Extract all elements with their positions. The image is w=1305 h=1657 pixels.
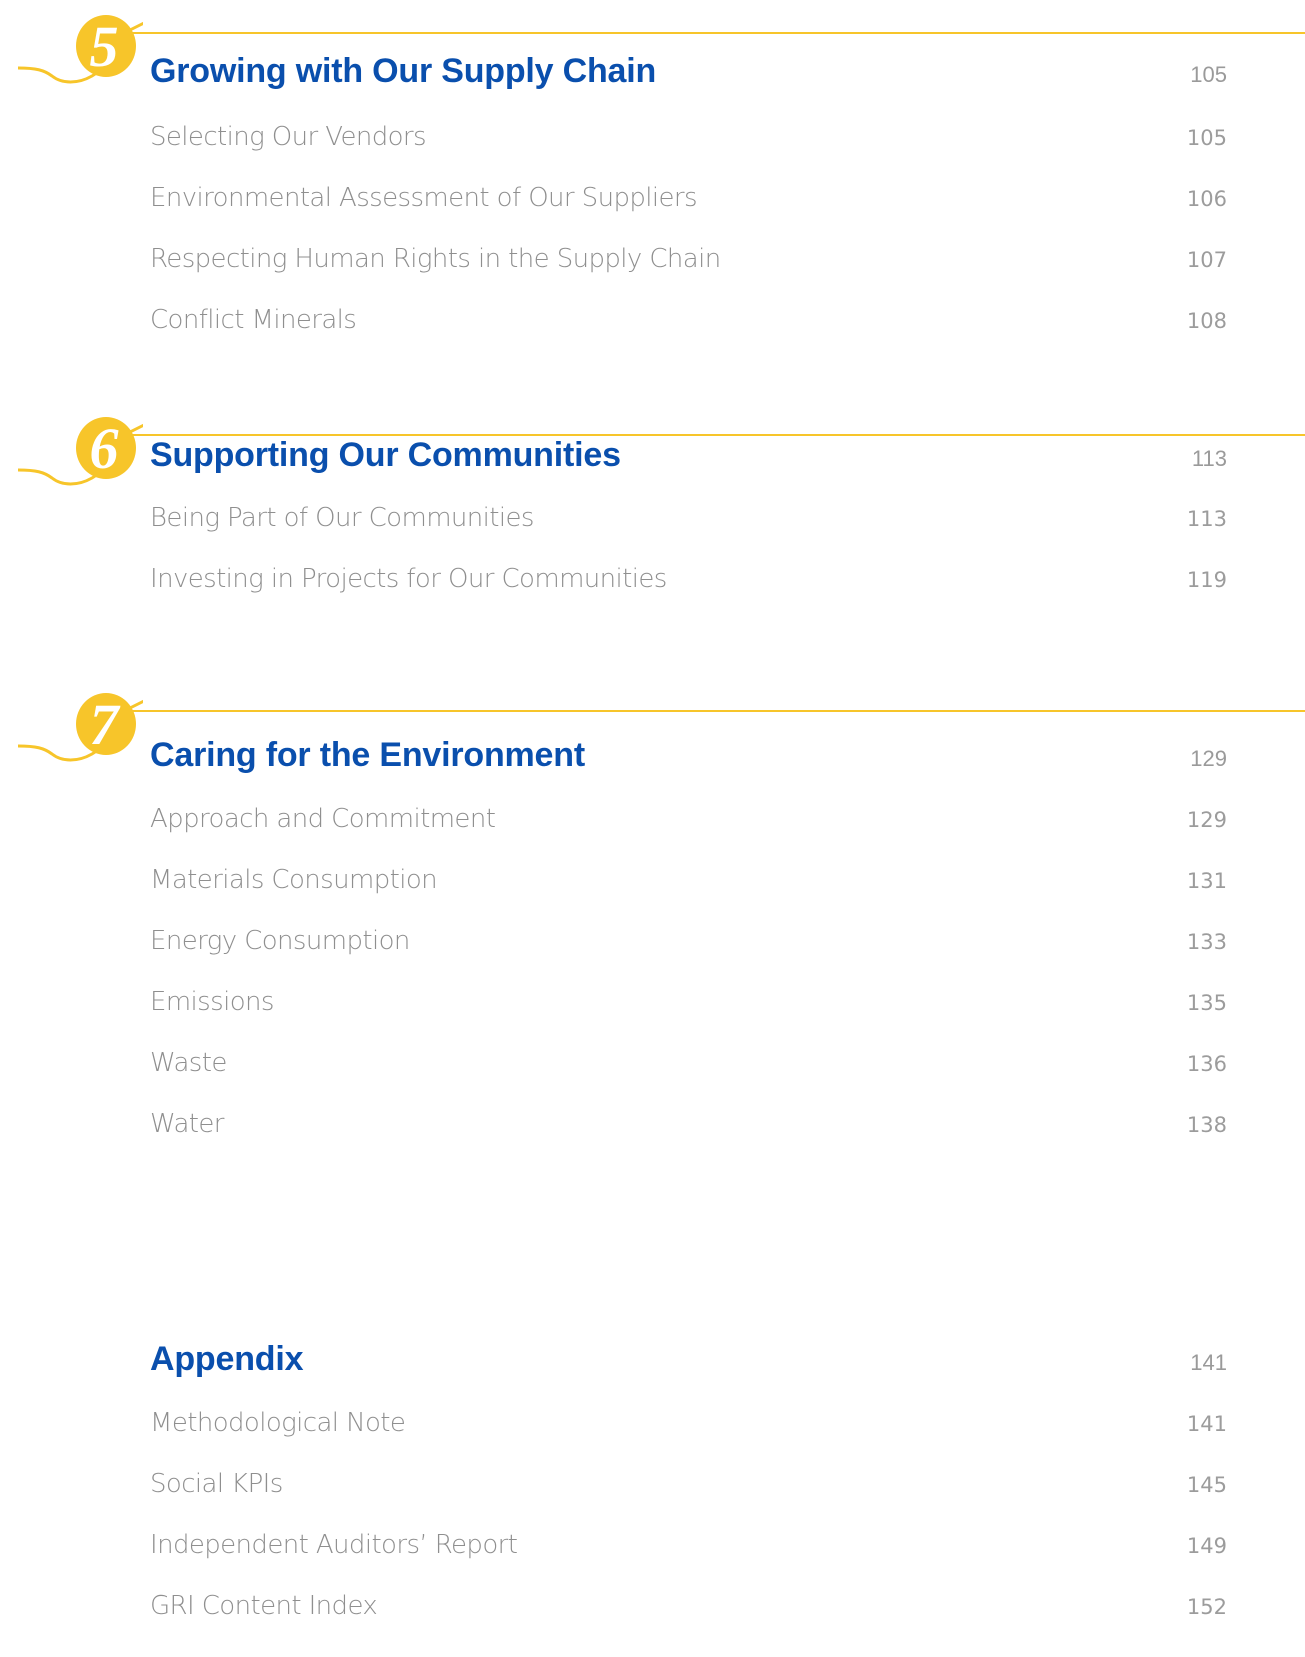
toc-item-title[interactable]: Emissions xyxy=(150,987,274,1017)
section-heading-row[interactable]: Appendix 141 xyxy=(150,1340,1227,1379)
toc-item[interactable]: Respecting Human Rights in the Supply Ch… xyxy=(150,244,1227,274)
toc-item-page: 106 xyxy=(1186,187,1227,211)
toc-item-title[interactable]: Environmental Assessment of Our Supplier… xyxy=(150,183,698,213)
section-title[interactable]: Supporting Our Communities xyxy=(150,436,621,475)
toc-item[interactable]: Selecting Our Vendors 105 xyxy=(150,122,1227,152)
toc-item-title[interactable]: Methodological Note xyxy=(150,1408,406,1438)
toc-item-title[interactable]: Waste xyxy=(150,1048,227,1078)
toc-item-title[interactable]: Social KPIs xyxy=(150,1469,283,1499)
toc-item[interactable]: Independent Auditors’ Report 149 xyxy=(150,1530,1227,1560)
toc-item-page: 149 xyxy=(1186,1534,1227,1558)
toc-item-page: 131 xyxy=(1186,869,1227,893)
toc-item-page: 135 xyxy=(1186,991,1227,1015)
toc-item-page: 113 xyxy=(1186,507,1227,531)
toc-item[interactable]: Methodological Note 141 xyxy=(150,1408,1227,1438)
toc-section-5: 5 Growing with Our Supply Chain 105 Sele… xyxy=(0,10,1305,340)
toc-item-page: 136 xyxy=(1186,1052,1227,1076)
toc-section-appendix: Appendix 141 Methodological Note 141 Soc… xyxy=(0,1340,1305,1650)
toc-item-page: 145 xyxy=(1186,1473,1227,1497)
toc-item[interactable]: Waste 136 xyxy=(150,1048,1227,1078)
section-number: 5 xyxy=(90,14,119,79)
toc-item-title[interactable]: Approach and Commitment xyxy=(150,804,496,834)
toc-item-page: 108 xyxy=(1186,309,1227,333)
toc-item[interactable]: Conflict Minerals 108 xyxy=(150,305,1227,335)
toc-item[interactable]: Environmental Assessment of Our Supplier… xyxy=(150,183,1227,213)
section-page-number: 105 xyxy=(1190,62,1227,87)
toc-item[interactable]: Being Part of Our Communities 113 xyxy=(150,503,1227,533)
toc-item-page: 141 xyxy=(1186,1412,1227,1436)
toc-item-title[interactable]: Energy Consumption xyxy=(150,926,410,956)
toc-item-title[interactable]: Independent Auditors’ Report xyxy=(150,1530,518,1560)
section-number-badge: 7 xyxy=(18,688,143,768)
toc-item-title[interactable]: Investing in Projects for Our Communitie… xyxy=(150,564,667,594)
toc-item-title[interactable]: Selecting Our Vendors xyxy=(150,122,427,152)
toc-item-page: 105 xyxy=(1186,126,1227,150)
section-divider xyxy=(130,710,1305,712)
toc-item[interactable]: Investing in Projects for Our Communitie… xyxy=(150,564,1227,594)
section-heading-row[interactable]: Growing with Our Supply Chain 105 xyxy=(150,52,1227,91)
toc-section-6: 6 Supporting Our Communities 113 Being P… xyxy=(0,412,1305,642)
toc-item-page: 133 xyxy=(1186,930,1227,954)
section-title[interactable]: Caring for the Environment xyxy=(150,736,585,775)
section-number-badge: 5 xyxy=(18,10,143,90)
toc-item-page: 107 xyxy=(1186,248,1227,272)
section-page-number: 129 xyxy=(1190,746,1227,771)
section-number: 7 xyxy=(90,692,121,757)
toc-item[interactable]: Approach and Commitment 129 xyxy=(150,804,1227,834)
toc-item-page: 138 xyxy=(1186,1113,1227,1137)
toc-item[interactable]: Water 138 xyxy=(150,1109,1227,1139)
toc-item-page: 152 xyxy=(1186,1595,1227,1619)
toc-item[interactable]: Emissions 135 xyxy=(150,987,1227,1017)
section-page-number: 113 xyxy=(1191,446,1227,471)
toc-section-7: 7 Caring for the Environment 129 Approac… xyxy=(0,688,1305,1168)
toc-item-title[interactable]: GRI Content Index xyxy=(150,1591,378,1621)
toc-item-page: 129 xyxy=(1186,808,1227,832)
toc-item[interactable]: Energy Consumption 133 xyxy=(150,926,1227,956)
section-number: 6 xyxy=(90,416,119,481)
section-title[interactable]: Growing with Our Supply Chain xyxy=(150,52,656,91)
toc-item-title[interactable]: Conflict Minerals xyxy=(150,305,357,335)
toc-item[interactable]: Materials Consumption 131 xyxy=(150,865,1227,895)
toc-item-title[interactable]: Being Part of Our Communities xyxy=(150,503,534,533)
section-heading-row[interactable]: Caring for the Environment 129 xyxy=(150,736,1227,775)
toc-item-page: 119 xyxy=(1186,568,1227,592)
toc-item-title[interactable]: Water xyxy=(150,1109,224,1139)
section-page-number: 141 xyxy=(1190,1350,1227,1375)
section-divider xyxy=(130,32,1305,34)
toc-item[interactable]: Social KPIs 145 xyxy=(150,1469,1227,1499)
toc-item-title[interactable]: Respecting Human Rights in the Supply Ch… xyxy=(150,244,721,274)
toc-item[interactable]: GRI Content Index 152 xyxy=(150,1591,1227,1621)
toc-item-title[interactable]: Materials Consumption xyxy=(150,865,438,895)
section-title[interactable]: Appendix xyxy=(150,1340,303,1379)
section-number-badge: 6 xyxy=(18,412,143,492)
section-heading-row[interactable]: Supporting Our Communities 113 xyxy=(150,436,1227,475)
